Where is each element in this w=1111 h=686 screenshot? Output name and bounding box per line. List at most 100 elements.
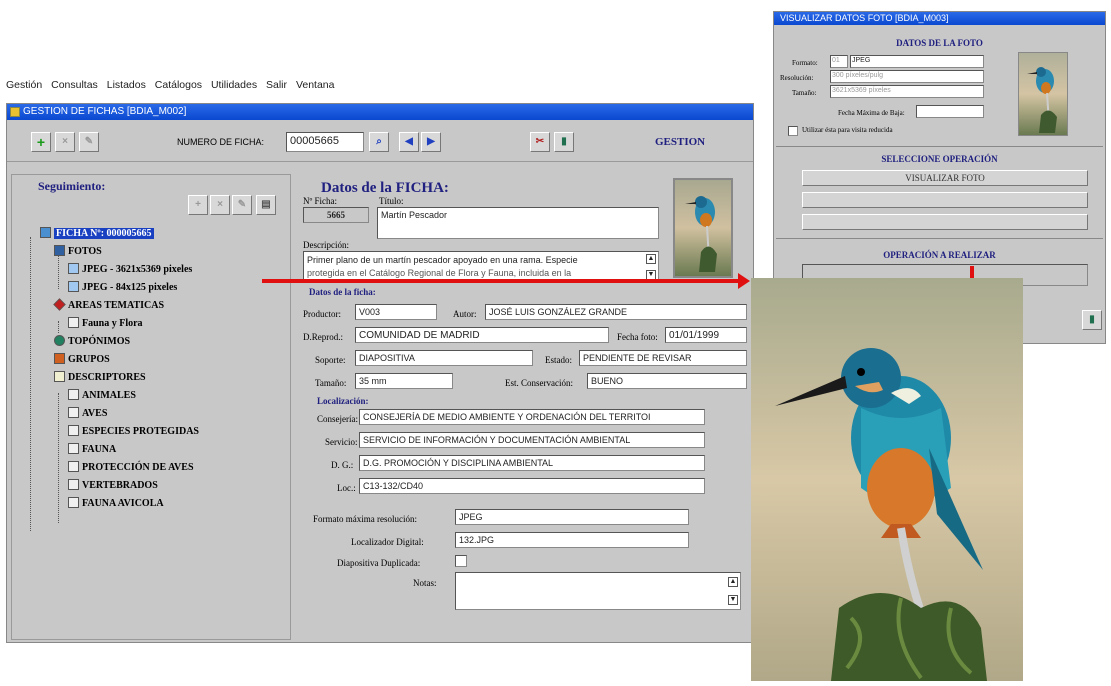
menu-salir[interactable]: Salir <box>266 79 287 91</box>
seguimiento-title: Seguimiento: <box>38 179 106 193</box>
datos-foto-title: DATOS DE LA FOTO <box>896 38 983 48</box>
jpeg-file-icon <box>68 281 79 292</box>
tree-delete-icon[interactable]: × <box>210 195 230 215</box>
notas-scroll-up-icon[interactable]: ▲ <box>728 577 738 587</box>
exit-door-icon[interactable]: ▮ <box>554 132 574 152</box>
seguimiento-panel: Seguimiento: + × ✎ ▤ FICHA Nº: 000005665… <box>11 174 291 640</box>
notas-label: Notas: <box>413 578 437 588</box>
vis-formato-num[interactable]: 01 <box>830 55 848 68</box>
vis-reducida-checkbox[interactable] <box>788 126 798 136</box>
vis-formato-label: Formato: <box>792 59 818 67</box>
document-icon <box>68 497 79 508</box>
tree-item-descriptores[interactable]: DESCRIPTORES <box>24 369 284 387</box>
seleccione-title: SELECCIONE OPERACIÓN <box>881 154 998 164</box>
scroll-up-icon[interactable]: ▲ <box>646 254 656 264</box>
delete-icon[interactable]: × <box>55 132 75 152</box>
localizacion-title: Localización: <box>317 396 369 406</box>
notas-scroll-down-icon[interactable]: ▼ <box>728 595 738 605</box>
duplicada-checkbox[interactable] <box>455 555 467 567</box>
tree-item-jpeg-large[interactable]: JPEG - 3621x5369 pixeles <box>24 261 284 279</box>
tree-item-fauna-avicola[interactable]: FAUNA AVICOLA <box>24 495 284 513</box>
menu-utilidades[interactable]: Utilidades <box>211 79 257 91</box>
menu-gestion[interactable]: Gestión <box>6 79 42 91</box>
conservacion-label: Est. Conservación: <box>505 378 573 388</box>
photo-thumbnail[interactable] <box>673 178 733 278</box>
descriptors-icon <box>54 371 65 382</box>
scissors-icon[interactable]: ✂ <box>530 132 550 152</box>
soporte-input[interactable]: DIAPOSITIVA <box>355 350 533 366</box>
consejeria-input[interactable]: CONSEJERÍA DE MEDIO AMBIENTE Y ORDENACIÓ… <box>359 409 705 425</box>
datos-ficha-panel: Datos de la FICHA: Nº Ficha: Título: 566… <box>295 174 753 640</box>
tree-item-proteccion[interactable]: PROTECCIÓN DE AVES <box>24 459 284 477</box>
document-icon <box>68 389 79 400</box>
operation-button-2[interactable] <box>802 192 1088 208</box>
descripcion-label: Descripción: <box>303 240 349 250</box>
tree-item-especies[interactable]: ESPECIES PROTEGIDAS <box>24 423 284 441</box>
tree-item-aves[interactable]: AVES <box>24 405 284 423</box>
tree-item-areas[interactable]: AREAS TEMATICAS <box>24 297 284 315</box>
operation-button-3[interactable] <box>802 214 1088 230</box>
tree-label: JPEG - 3621x5369 pixeles <box>82 264 193 275</box>
notas-textarea[interactable]: ▲ ▼ <box>455 572 741 610</box>
numero-ficha-input[interactable]: 00005665 <box>286 132 364 152</box>
tree-add-icon[interactable]: + <box>188 195 208 215</box>
dreprod-label: D.Reprod.: <box>303 332 343 342</box>
conservacion-input[interactable]: BUENO <box>587 373 747 389</box>
nficha-value: 5665 <box>303 207 369 223</box>
autor-label: Autor: <box>453 309 477 319</box>
prev-icon[interactable]: ◀ <box>399 132 419 152</box>
menu-catalogos[interactable]: Catálogos <box>155 79 202 91</box>
document-icon <box>68 407 79 418</box>
tree-item-jpeg-small[interactable]: JPEG - 84x125 pixeles <box>24 279 284 297</box>
tree-item-fotos[interactable]: FOTOS <box>24 243 284 261</box>
groups-icon <box>54 353 65 364</box>
tree-item-animales[interactable]: ANIMALES <box>24 387 284 405</box>
tamano-input[interactable]: 35 mm <box>355 373 453 389</box>
tree-item-grupos[interactable]: GRUPOS <box>24 351 284 369</box>
productor-label: Productor: <box>303 309 341 319</box>
localizador-input[interactable]: 132.JPG <box>455 532 689 548</box>
next-icon[interactable]: ▶ <box>421 132 441 152</box>
productor-input[interactable]: V003 <box>355 304 437 320</box>
tree-label: Fauna y Flora <box>82 318 143 329</box>
localizador-label: Localizador Digital: <box>351 537 424 547</box>
tree-item-fauna[interactable]: FAUNA <box>24 441 284 459</box>
dg-input[interactable]: D.G. PROMOCIÓN Y DISCIPLINA AMBIENTAL <box>359 455 705 471</box>
formato-input[interactable]: JPEG <box>455 509 689 525</box>
vis-formato-value[interactable]: JPEG <box>850 55 984 68</box>
estado-input[interactable]: PENDIENTE DE REVISAR <box>579 350 747 366</box>
gestion-fichas-window: GESTION DE FICHAS [BDIA_M002] + × ✎ NUME… <box>6 103 754 643</box>
ficha-icon <box>40 227 51 238</box>
seguimiento-tree: FICHA Nº: 000005665 FOTOS JPEG - 3621x53… <box>24 225 284 531</box>
titulo-input[interactable]: Martín Pescador <box>377 207 659 239</box>
fecha-label: Fecha foto: <box>617 332 658 342</box>
servicio-input[interactable]: SERVICIO DE INFORMACIÓN Y DOCUMENTACIÓN … <box>359 432 705 448</box>
tree-item-ficha[interactable]: FICHA Nº: 000005665 <box>24 225 284 243</box>
add-icon[interactable]: + <box>31 132 51 152</box>
tree-label: FAUNA <box>82 444 117 455</box>
menu-ventana[interactable]: Ventana <box>296 79 335 91</box>
tree-item-toponimos[interactable]: TOPÓNIMOS <box>24 333 284 351</box>
autor-input[interactable]: JOSÉ LUIS GONZÁLEZ GRANDE <box>485 304 747 320</box>
vis-photo-thumbnail[interactable] <box>1018 52 1068 136</box>
vis-exit-door-icon[interactable]: ▮ <box>1082 310 1102 330</box>
dreprod-input[interactable]: COMUNIDAD DE MADRID <box>355 327 609 343</box>
menu-listados[interactable]: Listados <box>107 79 146 91</box>
vis-resolucion-label: Resolución: <box>780 74 814 82</box>
edit-icon[interactable]: ✎ <box>79 132 99 152</box>
tree-label: ESPECIES PROTEGIDAS <box>82 426 199 437</box>
loc-input[interactable]: C13-132/CD40 <box>359 478 705 494</box>
tree-item-vertebrados[interactable]: VERTEBRADOS <box>24 477 284 495</box>
visualizar-foto-button[interactable]: VISUALIZAR FOTO <box>802 170 1088 186</box>
tree-label: ANIMALES <box>82 390 136 401</box>
search-icon[interactable]: ⌕ <box>369 132 389 152</box>
tree-copy-icon[interactable]: ▤ <box>256 195 276 215</box>
fecha-input[interactable]: 01/01/1999 <box>665 327 747 343</box>
tree-label: TOPÓNIMOS <box>68 336 131 347</box>
tree-item-fauna-flora[interactable]: Fauna y Flora <box>24 315 284 333</box>
vis-fecha-baja-input[interactable] <box>916 105 984 118</box>
tree-edit-icon[interactable]: ✎ <box>232 195 252 215</box>
vis-reducida-label: Utilizar ésta para visita reducida <box>802 126 893 134</box>
loc-label: Loc.: <box>337 483 356 493</box>
menu-consultas[interactable]: Consultas <box>51 79 98 91</box>
